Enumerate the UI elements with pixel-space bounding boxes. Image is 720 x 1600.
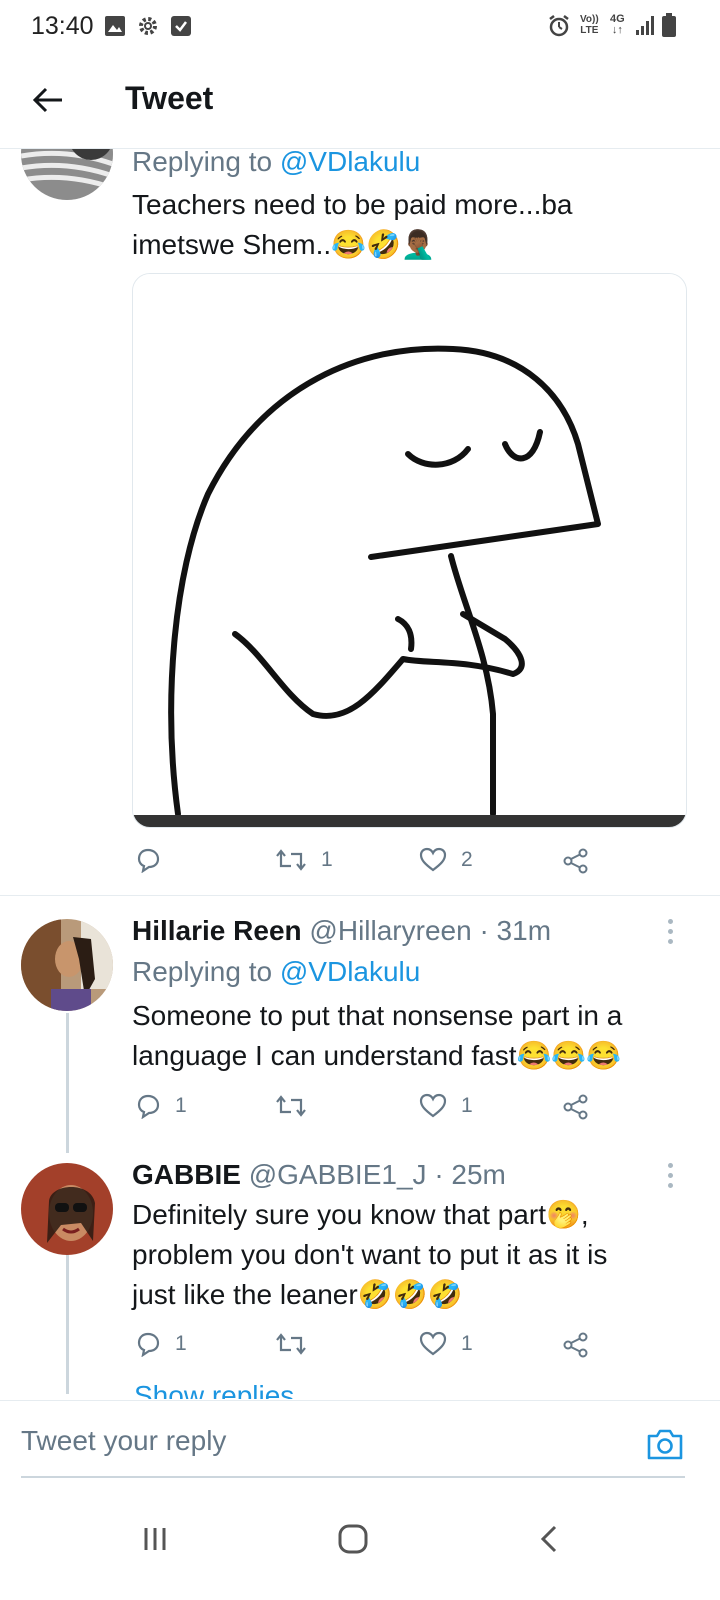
top-app-bar: Tweet	[0, 52, 720, 149]
reply-button[interactable]	[135, 847, 175, 873]
thread-line	[66, 1254, 69, 1394]
reply-time: · 25m	[434, 1159, 506, 1190]
reply-time: · 31m	[479, 915, 552, 946]
home-icon[interactable]	[323, 1509, 383, 1569]
check-box-icon	[171, 16, 191, 36]
reply-author[interactable]: Hillarie Reen @Hillaryreen · 31m	[132, 915, 551, 947]
heart-icon	[419, 847, 447, 872]
signal-icon	[636, 16, 654, 35]
system-nav-bar	[0, 1479, 720, 1600]
share-icon	[563, 848, 588, 874]
retweet-button[interactable]	[275, 1093, 321, 1119]
reply-text: Someone to put that nonsense part in a l…	[132, 1000, 623, 1071]
heart-icon	[419, 1331, 447, 1356]
divider	[0, 895, 720, 896]
reply-icon	[137, 1094, 160, 1119]
reply-input[interactable]: Tweet your reply	[21, 1425, 226, 1457]
emoji: 🤣	[427, 1279, 463, 1310]
emoji: 🤣	[366, 229, 401, 260]
avatar[interactable]	[21, 1163, 113, 1255]
image-icon	[105, 16, 125, 36]
share-button[interactable]	[562, 847, 590, 875]
replying-to-handle[interactable]: @VDlakulu	[280, 956, 420, 987]
emoji: 🤦🏾‍♂️	[400, 229, 436, 260]
emoji: 😂	[586, 1040, 622, 1071]
share-button[interactable]	[562, 1093, 590, 1121]
like-button[interactable]: 1	[419, 1331, 473, 1357]
retweet-icon	[276, 1333, 306, 1355]
recent-apps-icon[interactable]	[125, 1509, 185, 1569]
conversation[interactable]: Replying to @VDlakulu Teachers need to b…	[0, 149, 720, 1399]
emoji: 😂	[551, 1040, 587, 1071]
reply-icon	[137, 1332, 160, 1357]
heart-icon	[419, 1093, 447, 1118]
status-time: 13:40	[31, 12, 94, 40]
reply-icon	[137, 848, 160, 873]
status-bar: 13:40 Vo)) LTE 4G ↓↑	[0, 0, 720, 52]
composer-underline	[21, 1476, 685, 1478]
like-button[interactable]: 2	[419, 847, 473, 873]
emoji: 😂	[331, 229, 367, 260]
camera-icon[interactable]	[646, 1427, 684, 1461]
volte-icon: Vo)) LTE	[580, 14, 599, 36]
emoji: 😂	[516, 1040, 552, 1071]
arrow-left-icon[interactable]	[30, 82, 66, 118]
replying-to: Replying to @VDlakulu	[132, 956, 421, 987]
retweet-button[interactable]: 1	[275, 847, 333, 873]
share-icon	[563, 1332, 588, 1358]
more-options-icon[interactable]	[668, 919, 676, 949]
reply-button[interactable]: 1	[135, 1331, 187, 1357]
like-button[interactable]: 1	[419, 1093, 473, 1119]
emoji: 🤣	[392, 1279, 428, 1310]
emoji: 🤭	[545, 1199, 581, 1230]
reply-text: Definitely sure you know that part🤭, pro…	[132, 1199, 608, 1310]
retweet-icon	[276, 1095, 306, 1117]
avatar[interactable]	[21, 919, 113, 1011]
4g-icon: 4G ↓↑	[610, 13, 625, 36]
retweet-button[interactable]	[275, 1331, 321, 1357]
share-icon	[563, 1094, 588, 1120]
reply-handle: @Hillaryreen	[309, 915, 472, 946]
show-replies-link[interactable]: Show replies	[134, 1380, 294, 1399]
page-title: Tweet	[125, 80, 214, 116]
alarm-icon	[549, 15, 569, 37]
avatar[interactable]	[21, 149, 113, 200]
reply-handle: @GABBIE1_J	[248, 1159, 427, 1190]
emoji: 🤣	[357, 1279, 393, 1310]
thread-line	[66, 1013, 69, 1153]
retweet-icon	[276, 849, 306, 871]
replying-to: Replying to @VDlakulu	[132, 149, 420, 178]
reply-composer[interactable]: Tweet your reply	[0, 1400, 720, 1479]
tweet-text: Teachers need to be paid more...ba imets…	[132, 189, 573, 260]
back-icon[interactable]	[520, 1509, 580, 1569]
share-button[interactable]	[562, 1331, 590, 1359]
battery-icon	[662, 13, 676, 37]
reply-button[interactable]: 1	[135, 1093, 187, 1119]
tweet-media-image[interactable]	[132, 273, 687, 828]
reply-author[interactable]: GABBIE @GABBIE1_J · 25m	[132, 1159, 506, 1191]
gear-icon	[139, 17, 157, 35]
replying-to-handle[interactable]: @VDlakulu	[280, 149, 420, 177]
more-options-icon[interactable]	[668, 1163, 676, 1193]
